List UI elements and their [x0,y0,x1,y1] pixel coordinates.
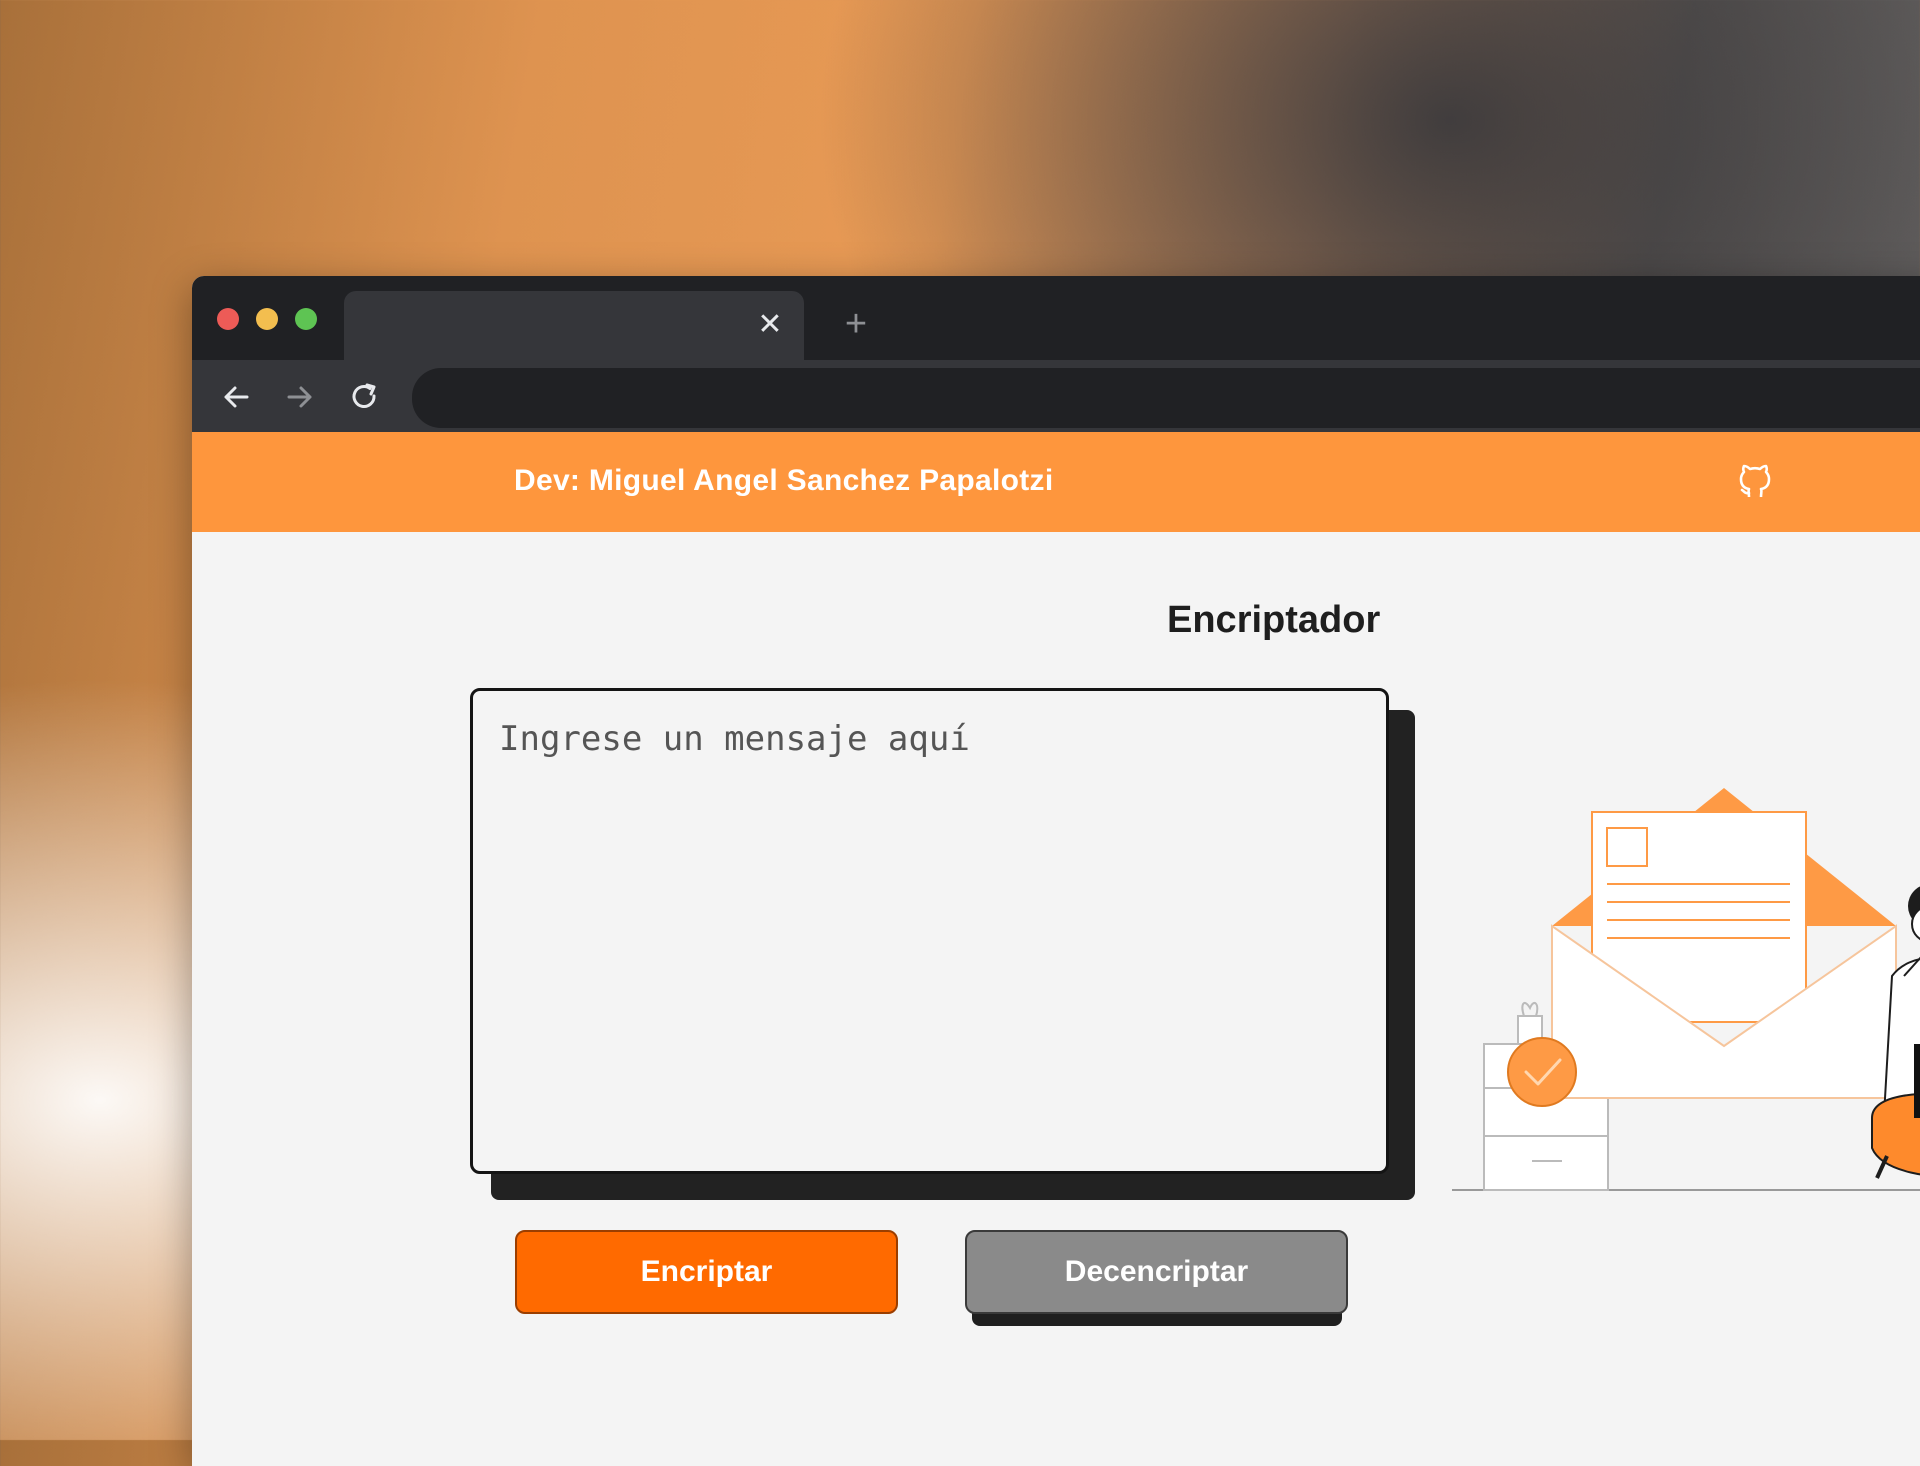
browser-tab[interactable]: ✕ [344,291,804,360]
encrypt-button[interactable]: Encriptar [515,1230,898,1314]
github-icon[interactable] [1735,462,1775,502]
decrypt-button-label: Decencriptar [1064,1255,1249,1288]
message-input-box [470,688,1389,1174]
arrow-left-icon [224,386,249,408]
reload-icon [352,383,376,408]
envelope-illustration [1452,788,1920,1191]
page-title: Encriptador [1167,599,1381,641]
decrypt-button[interactable]: Decencriptar [965,1230,1348,1314]
minimize-window-button[interactable] [256,308,278,330]
site-header: Dev: Miguel Angel Sanchez Papalotzi [192,432,1920,532]
browser-toolbar [192,360,1920,432]
developer-name: Dev: Miguel Angel Sanchez Papalotzi [514,464,1054,497]
message-input[interactable] [473,691,1386,1171]
reload-button[interactable] [346,378,384,416]
browser-window: ✕ + Dev: Miguel Angel Sanchez Papalotzi [192,276,1920,1466]
tab-bar: ✕ + [192,276,1920,360]
tab-close-icon[interactable]: ✕ [754,309,786,341]
forward-button[interactable] [281,378,319,416]
new-tab-icon[interactable]: + [838,305,874,343]
encrypt-button-label: Encriptar [640,1255,773,1288]
back-button[interactable] [217,378,255,416]
address-bar[interactable] [412,368,1920,428]
arrow-right-icon [287,386,312,408]
maximize-window-button[interactable] [295,308,317,330]
close-window-button[interactable] [217,308,239,330]
